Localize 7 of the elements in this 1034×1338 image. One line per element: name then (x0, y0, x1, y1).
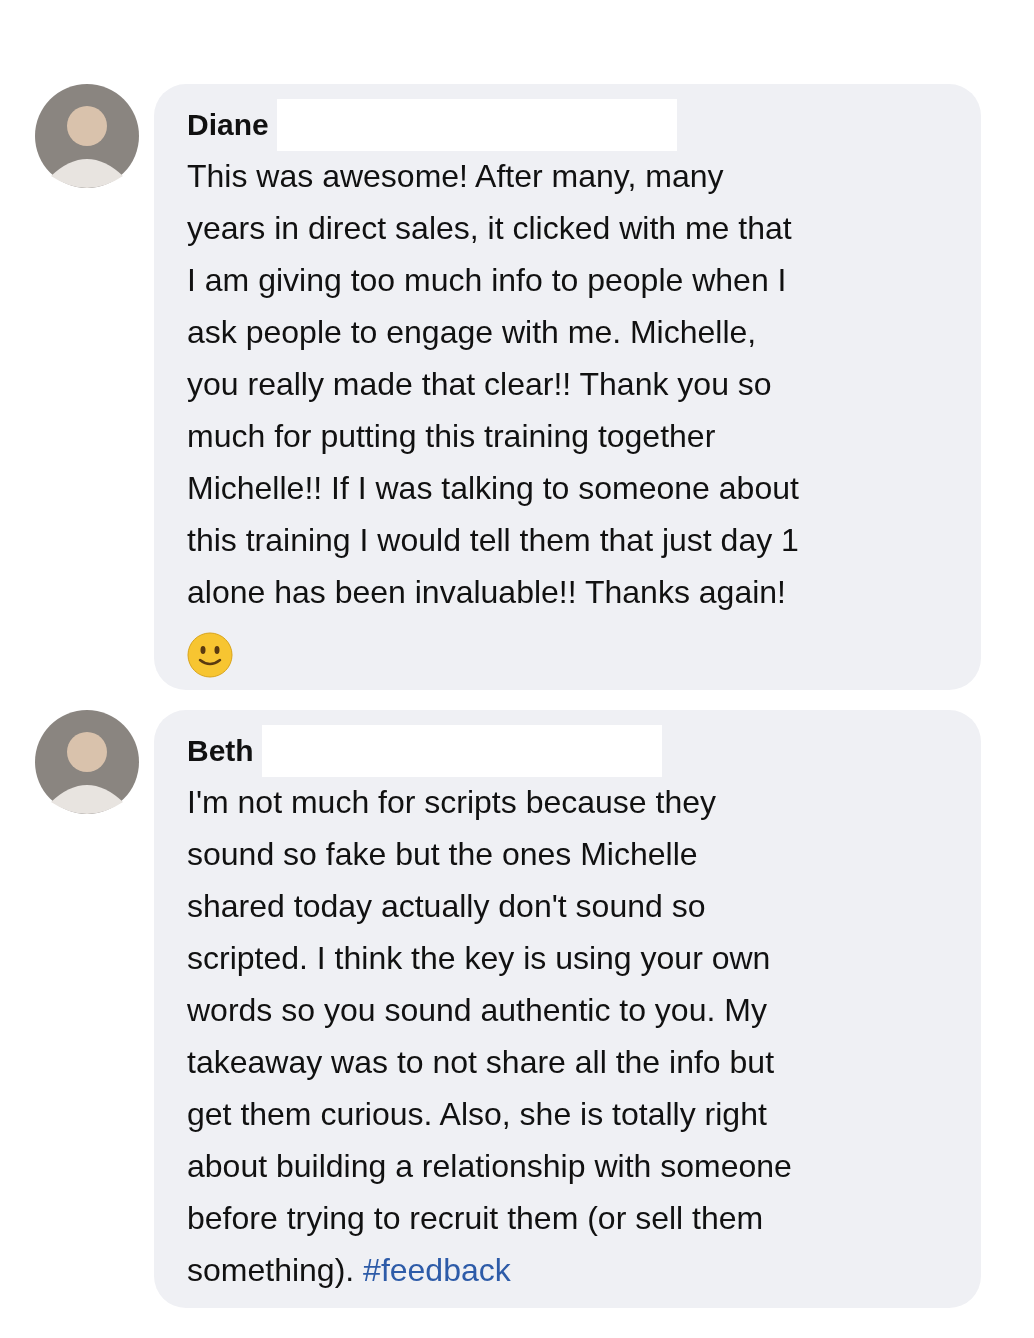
hashtag-link[interactable]: #feedback (363, 1252, 511, 1288)
avatar-icon[interactable] (35, 710, 139, 814)
avatar-icon[interactable] (35, 84, 139, 188)
author-name[interactable]: Beth (187, 734, 254, 768)
comment-text: I'm not much for scripts because they sound so fake but the ones Michelle shared today actually don't sound so scripted. I think the key is using your own words so you sound authentic to you. My takeaway was to not share all the info but get them curious. Also, she is totally right about building a relationship with someone before trying to recruit them (or sell them something). #feedback (187, 783, 793, 1290)
comment-text: This was awesome! After many, many years in direct sales, it clicked with me that I am giving too much info to people when I ask people to engage with me. Michelle, you really made that clear!! Thank you so much for putting this training together Michelle!! If I was talking to someone about this training I would tell them that just day 1 alone has been invaluable!! Thanks again! (187, 157, 800, 612)
author-name[interactable]: Diane (187, 108, 269, 142)
